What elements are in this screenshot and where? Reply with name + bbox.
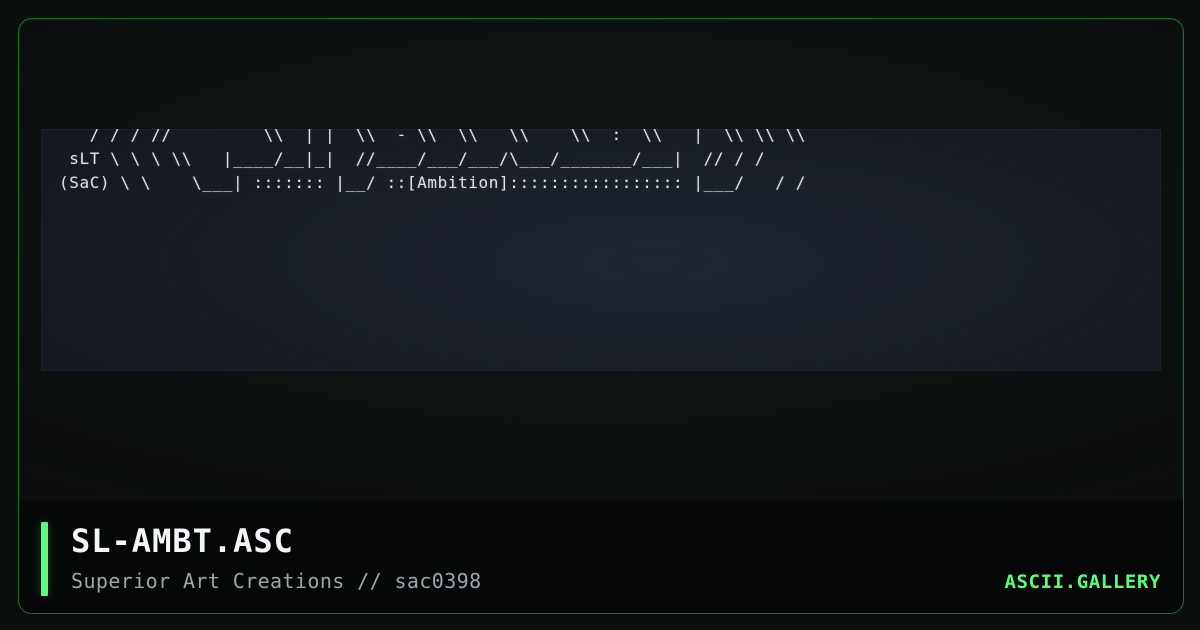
preview-card: / / / // \\ | | \\ - \\ \\ \\ \\ : \\ | … (18, 18, 1184, 614)
ascii-art-text: / / / // \\ | | \\ - \\ \\ \\ \\ : \\ | … (59, 129, 806, 192)
card-footer: SL-AMBT.ASC Superior Art Creations // sa… (19, 500, 1183, 613)
ascii-art-panel: / / / // \\ | | \\ - \\ \\ \\ \\ : \\ | … (41, 129, 1161, 371)
artwork-subtitle: Superior Art Creations // sac0398 (71, 569, 482, 593)
ascii-art-content: / / / // \\ | | \\ - \\ \\ \\ \\ : \\ | … (59, 129, 1157, 371)
brand-link[interactable]: ASCII.GALLERY (1004, 570, 1161, 594)
accent-bar (41, 522, 48, 596)
artwork-title: SL-AMBT.ASC (71, 522, 294, 560)
